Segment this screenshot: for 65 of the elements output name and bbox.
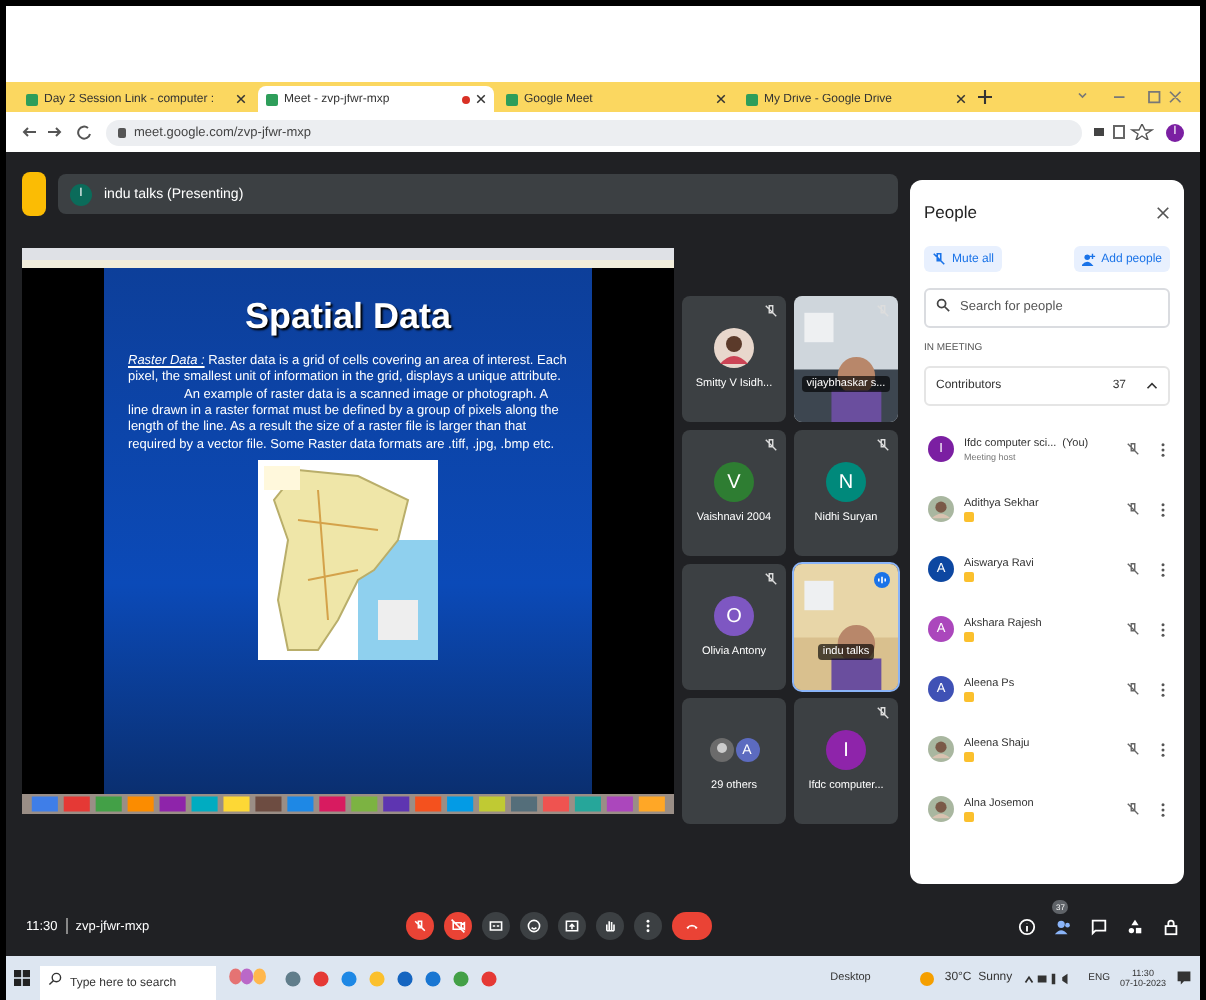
weather-icon [920,971,935,985]
close-icon[interactable] [1156,205,1170,219]
camera-icon [450,918,466,934]
more-options-icon[interactable] [1160,621,1166,637]
search-icon [48,971,62,985]
muted-mic-icon[interactable] [1126,442,1140,456]
more-options-icon[interactable] [1160,441,1166,457]
new-tab-icon[interactable] [978,90,992,104]
avatar [714,328,754,368]
more-options-icon[interactable] [1160,801,1166,817]
panel-title: People [924,202,977,222]
avatar: V [714,462,754,502]
info-icon[interactable] [1018,917,1036,935]
more-options-icon[interactable] [1160,741,1166,757]
more-options-icon[interactable] [1160,501,1166,517]
muted-mic-icon[interactable] [1126,802,1140,816]
more-options-icon[interactable] [1160,681,1166,697]
add-person-icon [1081,252,1096,266]
muted-mic-icon[interactable] [1126,622,1140,636]
more-options-icon[interactable] [1160,561,1166,577]
emoji-button[interactable] [520,912,548,940]
captions-icon [488,918,504,934]
muted-mic-icon[interactable] [1126,742,1140,756]
hand-icon [602,918,618,934]
muted-mic-icon[interactable] [1126,682,1140,696]
windows-icon[interactable] [14,970,30,986]
people-icon[interactable] [1054,917,1072,935]
notification-icon[interactable] [1176,970,1192,986]
present-icon [564,918,580,934]
mic-icon [412,918,428,934]
muted-mic-icon[interactable] [1126,502,1140,516]
favicon-icon [506,93,518,105]
favicon-icon [266,93,278,105]
close-icon[interactable] [956,94,966,104]
camera-button[interactable] [444,912,472,940]
avatar [928,736,954,762]
close-icon[interactable] [476,94,486,104]
captions-button[interactable] [482,912,510,940]
close-icon[interactable] [716,94,726,104]
slide-title: Spatial Data [244,296,452,338]
avatar [928,496,954,522]
extension-icons[interactable] [1094,124,1154,140]
present-button[interactable] [558,912,586,940]
avatar [928,796,954,822]
favicon-icon [26,93,38,105]
muted-mic-icon [932,252,946,266]
muted-mic-icon[interactable] [1126,562,1140,576]
close-icon[interactable] [236,94,246,104]
shapes-icon[interactable] [1126,917,1144,935]
more-button[interactable] [634,912,662,940]
emoji-icon [526,918,542,934]
avatar: O [714,596,754,636]
search-icon [936,297,950,311]
chat-icon[interactable] [1090,917,1108,935]
lock-icon [118,127,126,137]
avatar: N [826,462,866,502]
hand-button[interactable] [596,912,624,940]
navigation-icon[interactable] [22,124,94,140]
favicon-icon [746,93,758,105]
speaking-icon [874,572,890,588]
lock-icon[interactable] [1162,917,1180,935]
avatar: I [826,730,866,770]
mic-button[interactable] [406,912,434,940]
avatar [709,738,733,762]
leave-button[interactable] [672,912,712,940]
